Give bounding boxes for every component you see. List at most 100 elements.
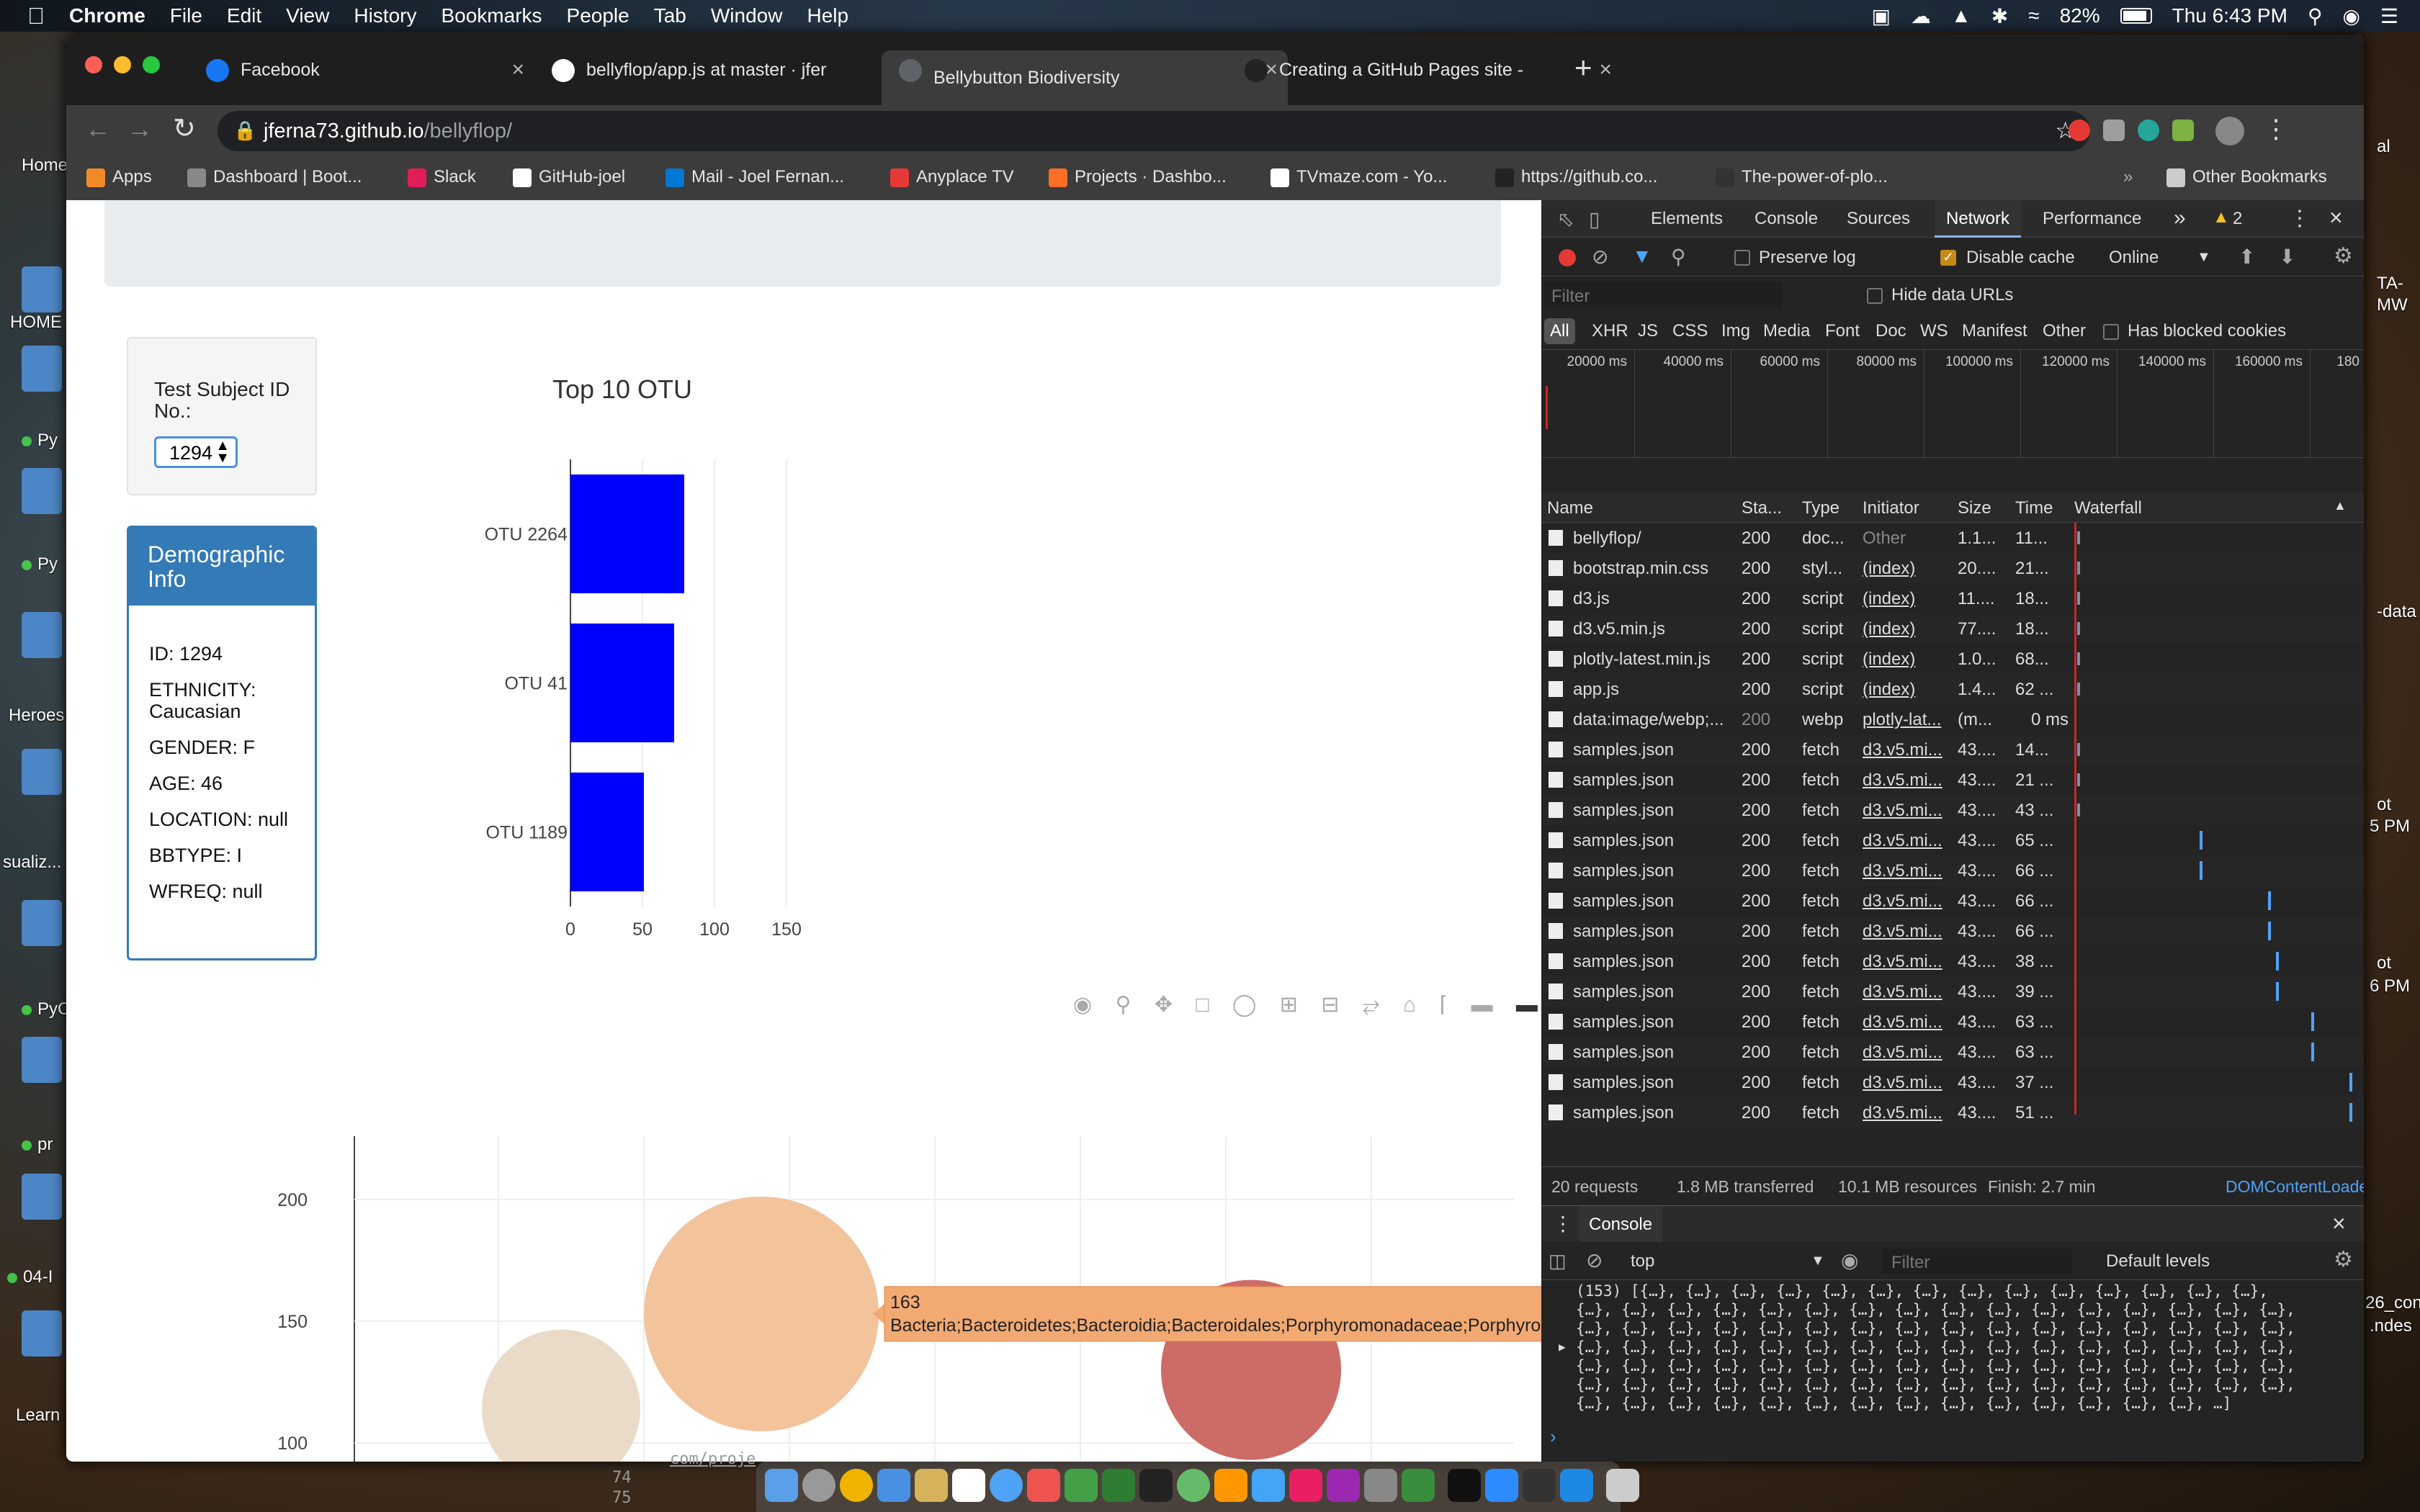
folder-icon[interactable]	[22, 612, 62, 658]
chevron-down-icon[interactable]: ▼	[1811, 1253, 1825, 1269]
request-initiator[interactable]: d3.v5.mi...	[1863, 891, 1950, 912]
request-row[interactable]: plotly-latest.min.js 200 script (index) 1.0.…	[1541, 644, 2364, 674]
type-filter-ws[interactable]: WS	[1920, 321, 1948, 341]
request-row[interactable]: d3.v5.min.js 200 script (index) 77.... 18...	[1541, 613, 2364, 644]
desktop-label[interactable]: sualiz...	[3, 852, 61, 873]
throttle-select[interactable]: Online	[2109, 248, 2159, 268]
devtools-tab-performance[interactable]: Performance	[2043, 209, 2141, 229]
app-store-icon[interactable]	[1252, 1469, 1285, 1502]
request-initiator[interactable]: d3.v5.mi...	[1863, 1043, 1950, 1063]
pan-icon[interactable]: ✥	[1155, 993, 1173, 1017]
desktop-label[interactable]: Heroes	[9, 706, 64, 726]
devtools-tab-network[interactable]: Network	[1935, 200, 2022, 238]
devtools-tab-console[interactable]: Console	[1754, 209, 1818, 229]
notification-center-icon[interactable]: ☰	[2380, 4, 2398, 28]
lock-icon[interactable]: 🔒	[233, 120, 256, 142]
tab-github-pages[interactable]: Creating a GitHub Pages site - ×	[1227, 50, 1622, 89]
console-filter-input[interactable]: Filter	[1883, 1248, 2071, 1274]
clear-console-icon[interactable]: ⊘	[1586, 1248, 1603, 1272]
chrome-menu-icon[interactable]: ⋮	[2263, 114, 2289, 144]
desktop-label[interactable]: Py	[22, 431, 58, 451]
tab-facebook[interactable]: Facebook ×	[189, 50, 534, 89]
desktop-label[interactable]: 5 PM	[2370, 816, 2410, 837]
console-settings-gear-icon[interactable]: ⚙	[2334, 1247, 2353, 1272]
disable-cache-checkbox[interactable]: ✓	[1940, 250, 1956, 266]
desktop-label[interactable]: 6 PM	[2370, 976, 2410, 996]
request-row[interactable]: samples.json 200 fetch d3.v5.mi... 43.... 39 …	[1541, 976, 2364, 1007]
overview-timeline[interactable]: 20000 ms 40000 ms 60000 ms 80000 ms 1000…	[1541, 350, 2364, 458]
zoom-in-icon[interactable]: ⊞	[1280, 993, 1298, 1017]
type-filter-doc[interactable]: Doc	[1876, 321, 1906, 341]
news-icon[interactable]	[1027, 1469, 1060, 1502]
menu-edit[interactable]: Edit	[227, 4, 261, 27]
vscode-icon[interactable]	[1560, 1469, 1593, 1502]
menu-bookmarks[interactable]: Bookmarks	[441, 4, 542, 27]
type-filter-font[interactable]: Font	[1825, 321, 1860, 341]
reset-axes-icon[interactable]: ⌂	[1403, 993, 1416, 1017]
bookmark-dashboard[interactable]: Dashboard | Boot...	[187, 167, 362, 187]
request-row[interactable]: samples.json 200 fetch d3.v5.mi... 43.... 37 …	[1541, 1067, 2364, 1097]
notes-icon[interactable]	[915, 1469, 948, 1502]
folder-icon[interactable]	[22, 1037, 62, 1083]
request-initiator[interactable]: (index)	[1863, 649, 1950, 670]
sync-icon[interactable]	[1177, 1469, 1210, 1502]
extension-icon[interactable]	[2138, 120, 2159, 141]
folder-icon[interactable]	[22, 900, 62, 946]
box-select-icon[interactable]: □	[1196, 993, 1209, 1017]
desktop-label[interactable]: Home	[22, 156, 68, 176]
bookmark-slack[interactable]: Slack	[408, 167, 476, 187]
request-initiator[interactable]: d3.v5.mi...	[1863, 922, 1950, 942]
menu-file[interactable]: File	[170, 4, 202, 27]
request-row[interactable]: samples.json 200 fetch d3.v5.mi... 43.... 63 …	[1541, 1007, 2364, 1037]
type-filter-css[interactable]: CSS	[1672, 321, 1708, 341]
clear-icon[interactable]: ⊘	[1592, 245, 1608, 269]
desktop-label[interactable]: 04-I	[7, 1267, 53, 1287]
podcasts-icon[interactable]	[1327, 1469, 1360, 1502]
console-output-line[interactable]: (153) [{…}, {…}, {…}, {…}, {…}, {…}, {…}…	[1576, 1282, 2268, 1300]
drawer-menu-icon[interactable]: ⋮	[1553, 1212, 1573, 1236]
warning-icon[interactable]: ▲	[2213, 207, 2230, 228]
request-row[interactable]: samples.json 200 fetch d3.v5.mi... 43.... 66 …	[1541, 886, 2364, 916]
request-initiator[interactable]: (index)	[1863, 589, 1950, 609]
request-initiator[interactable]: d3.v5.mi...	[1863, 861, 1950, 881]
filter-icon[interactable]: ▼	[1632, 245, 1652, 268]
app-icon[interactable]	[1402, 1469, 1435, 1502]
request-initiator[interactable]: d3.v5.mi...	[1863, 1012, 1950, 1032]
col-waterfall[interactable]: Waterfall	[2074, 498, 2142, 518]
request-row[interactable]: samples.json 200 fetch d3.v5.mi... 43.... 14.…	[1541, 734, 2364, 765]
desktop-label[interactable]: TA-	[2377, 274, 2403, 294]
bookmark-github-joel[interactable]: GitHub-joel	[513, 167, 625, 187]
menu-app-name[interactable]: Chrome	[69, 4, 145, 27]
battery-icon[interactable]	[2120, 8, 2152, 24]
profile-avatar[interactable]	[2215, 117, 2244, 145]
excel-icon[interactable]	[1102, 1469, 1135, 1502]
drawer-tab-console[interactable]: Console	[1579, 1206, 1663, 1242]
request-row[interactable]: samples.json 200 fetch d3.v5.mi... 43.... 38 …	[1541, 946, 2364, 976]
bluetooth-icon[interactable]: ✱	[1991, 4, 2008, 28]
extension-icon[interactable]	[2103, 120, 2125, 141]
creative-cloud-icon[interactable]: ☁	[1911, 4, 1931, 28]
request-initiator[interactable]: d3.v5.mi...	[1863, 801, 1950, 821]
request-row[interactable]: samples.json 200 fetch d3.v5.mi... 43.... 63 …	[1541, 1037, 2364, 1067]
sort-ascending-icon[interactable]: ▲	[2334, 498, 2347, 513]
close-window-button[interactable]	[85, 56, 102, 73]
desktop-label[interactable]: Py	[22, 554, 58, 575]
back-button[interactable]: ←	[85, 114, 111, 144]
console-sidebar-icon[interactable]: ◫	[1549, 1250, 1567, 1272]
request-row[interactable]: samples.json 200 fetch d3.v5.mi... 43.... 21 …	[1541, 765, 2364, 795]
search-icon[interactable]: ⚲	[1671, 245, 1686, 269]
devtools-tab-sources[interactable]: Sources	[1847, 209, 1910, 229]
autoscale-icon[interactable]: ⥂	[1363, 993, 1380, 1017]
col-initiator[interactable]: Initiator	[1863, 498, 1919, 518]
filter-input[interactable]: Filter	[1544, 282, 1782, 308]
devtools-menu-icon[interactable]: ⋮	[2289, 206, 2311, 231]
extension-icon[interactable]	[2172, 120, 2194, 141]
close-drawer-icon[interactable]: ×	[2332, 1210, 2346, 1237]
bookmark-mail[interactable]: Mail - Joel Fernan...	[666, 167, 844, 187]
music-icon[interactable]	[1289, 1469, 1322, 1502]
bookmarks-overflow-icon[interactable]: »	[2123, 167, 2133, 187]
messages-icon[interactable]	[990, 1469, 1023, 1502]
camera-icon[interactable]: ◉	[1073, 993, 1092, 1017]
bookmark-apps[interactable]: Apps	[86, 167, 152, 187]
request-row[interactable]: data:image/webp;... 200 webp plotly-lat... (…	[1541, 704, 2364, 734]
